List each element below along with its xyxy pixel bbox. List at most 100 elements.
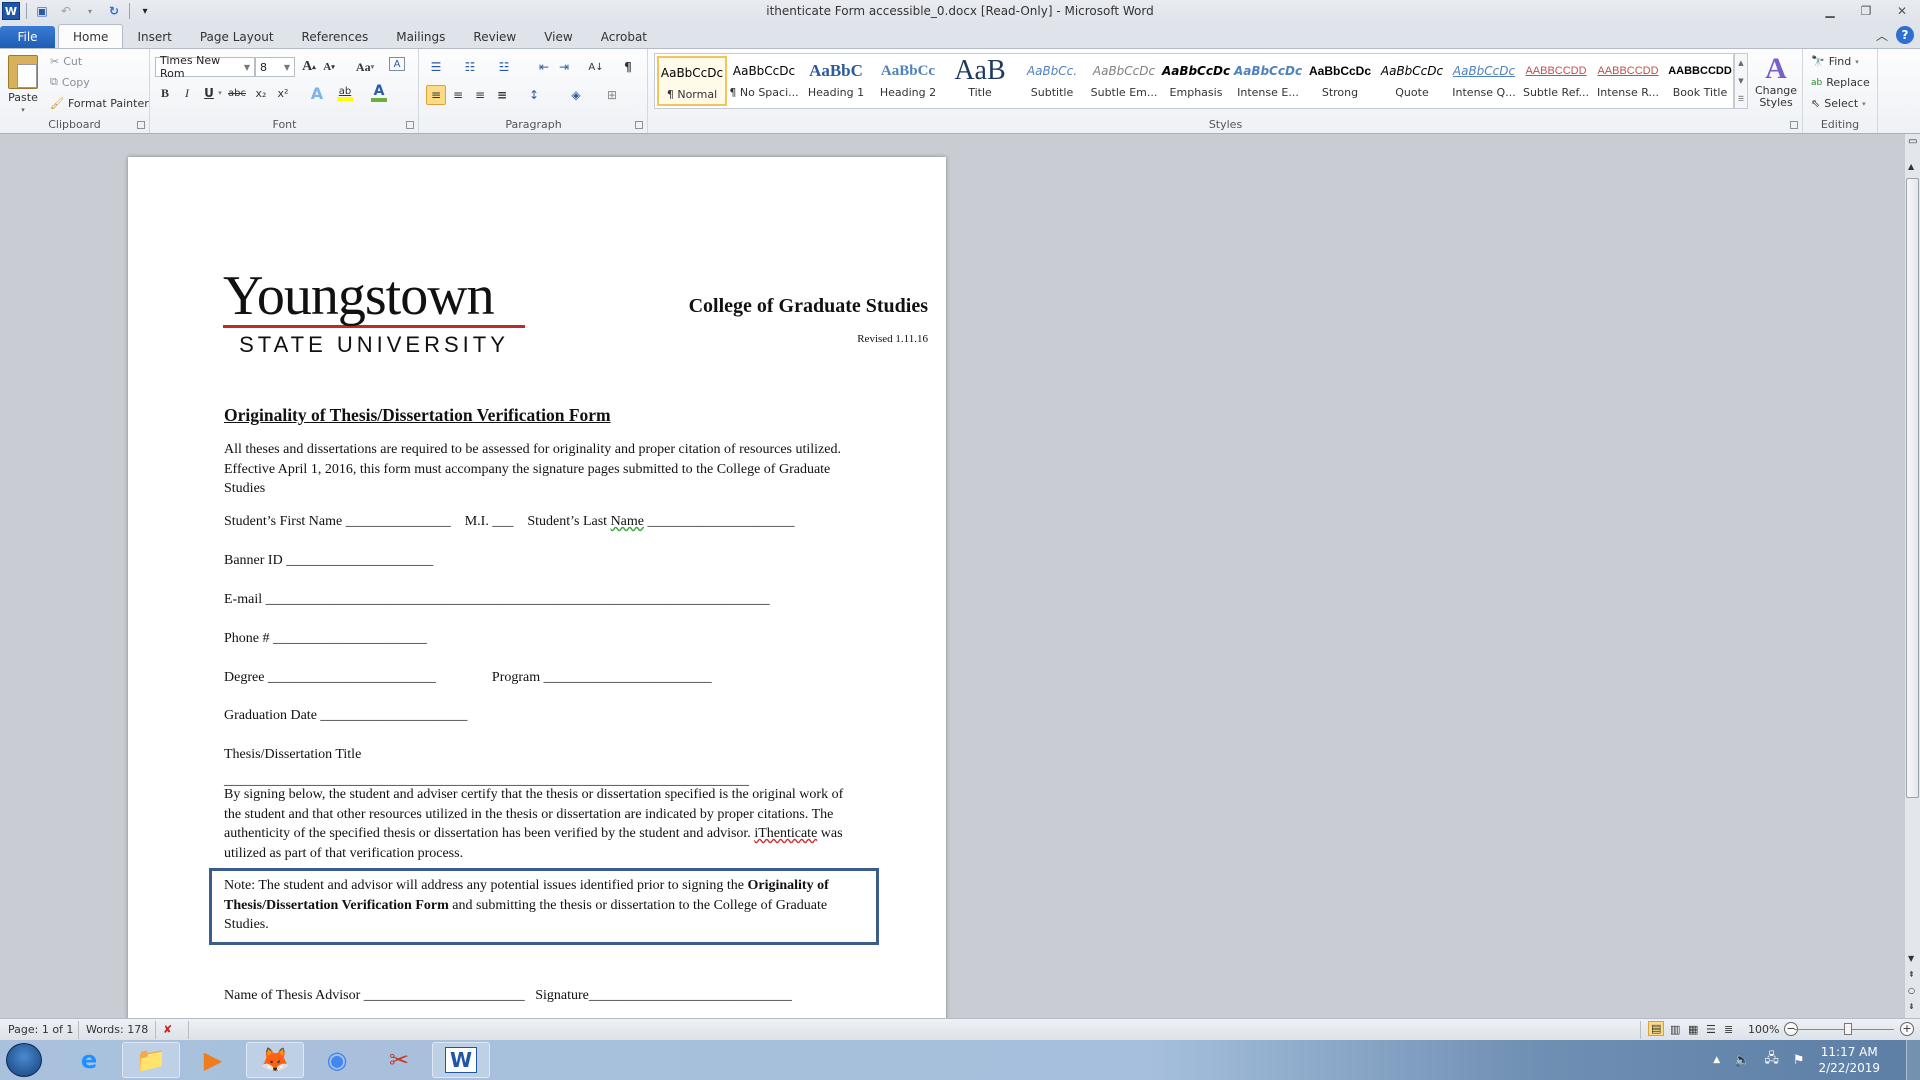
page-count[interactable]: Page: 1 of 1	[8, 1023, 73, 1036]
find-button[interactable]: 🔭 Find ▾	[1811, 55, 1859, 68]
styles-dialog-launcher[interactable]	[1790, 121, 1798, 129]
show-desktop-button[interactable]	[1906, 1040, 1920, 1080]
previous-page-icon[interactable]: ⇞	[1908, 970, 1915, 979]
style-strong[interactable]: AaBbCcDc Strong	[1305, 56, 1375, 106]
tab-review[interactable]: Review	[459, 26, 530, 48]
align-left-icon[interactable]: ≡	[426, 85, 446, 105]
tab-file[interactable]: File	[0, 26, 55, 48]
taskbar-snipping-tool[interactable]: ✂	[370, 1042, 428, 1078]
taskbar-chrome[interactable]: ◉	[308, 1042, 366, 1078]
bold-icon[interactable]: B	[155, 83, 175, 103]
style-intense-e[interactable]: AaBbCcDc Intense E...	[1233, 56, 1303, 106]
font-color-icon[interactable]: A	[369, 83, 389, 103]
paste-button[interactable]: Paste ▾	[8, 55, 38, 114]
numbering-icon[interactable]: ☷	[460, 57, 480, 77]
show-formatting-marks-icon[interactable]: ¶	[618, 57, 638, 77]
tab-view[interactable]: View	[530, 26, 586, 48]
align-right-icon[interactable]: ≡	[470, 85, 490, 105]
center-icon[interactable]: ≡	[448, 85, 468, 105]
font-name-select[interactable]: Times New Rom ▼	[155, 54, 255, 80]
decrease-indent-icon[interactable]: ⇤	[534, 57, 554, 77]
tab-mailings[interactable]: Mailings	[382, 26, 459, 48]
text-effects-icon[interactable]: A	[307, 83, 327, 103]
taskbar-media-player[interactable]: ▶	[184, 1042, 242, 1078]
grow-font-icon[interactable]: A ▴	[299, 57, 319, 77]
change-styles-button[interactable]: A Change Styles	[1752, 53, 1800, 109]
increase-indent-icon[interactable]: ⇥	[554, 57, 574, 77]
style-normal[interactable]: AaBbCcDc ¶ Normal	[657, 56, 727, 106]
show-hidden-icons-icon[interactable]: ▲	[1713, 1055, 1720, 1065]
action-center-flag-icon[interactable]: ⚑	[1793, 1053, 1805, 1068]
outline-icon[interactable]: ☰	[1706, 1023, 1716, 1036]
shading-icon[interactable]: ◈	[566, 85, 586, 105]
tab-page-layout[interactable]: Page Layout	[186, 26, 288, 48]
paragraph-dialog-launcher[interactable]	[635, 121, 643, 129]
draft-icon[interactable]: ≣	[1724, 1023, 1733, 1036]
style-heading-2[interactable]: AaBbCc Heading 2	[873, 56, 943, 106]
superscript-icon[interactable]: x²	[273, 83, 293, 103]
italic-icon[interactable]: I	[177, 83, 197, 103]
gallery-down-icon[interactable]: ▼	[1738, 77, 1743, 85]
sort-icon[interactable]: A↓	[586, 57, 606, 77]
vertical-scrollbar[interactable]: ▭ ▲ ▼ ⇞ ○ ⇟	[1904, 134, 1920, 1018]
volume-icon[interactable]: 🔈	[1734, 1053, 1750, 1068]
multilevel-list-icon[interactable]: ☳	[494, 57, 514, 77]
scroll-up-icon[interactable]: ▲	[1908, 162, 1914, 171]
ruler-toggle-icon[interactable]: ▭	[1908, 136, 1917, 147]
style-no-spaci[interactable]: AaBbCcDc ¶ No Spaci...	[729, 56, 799, 106]
gallery-up-icon[interactable]: ▲	[1738, 59, 1743, 67]
replace-button[interactable]: ab Replace	[1811, 76, 1870, 89]
underline-dropdown-icon[interactable]: ▾	[215, 83, 225, 103]
style-book-title[interactable]: AABBCCDD Book Title	[1665, 56, 1735, 106]
taskbar-microsoft-word[interactable]: W	[432, 1042, 490, 1078]
style-title[interactable]: AaB Title	[945, 56, 1015, 106]
style-intense-q[interactable]: AaBbCcDc Intense Q...	[1449, 56, 1519, 106]
taskbar-internet-explorer[interactable]: e	[60, 1042, 118, 1078]
zoom-slider-thumb[interactable]	[1844, 1023, 1852, 1035]
scroll-down-icon[interactable]: ▼	[1908, 954, 1914, 963]
scrollbar-thumb[interactable]	[1906, 178, 1919, 798]
change-case-icon[interactable]: Aa ▾	[351, 57, 379, 77]
close-icon[interactable]: ✕	[1884, 0, 1920, 22]
font-size-select[interactable]: 8 ▼	[255, 57, 295, 77]
next-page-icon[interactable]: ⇟	[1908, 1002, 1915, 1011]
select-button[interactable]: ⇖ Select ▾	[1811, 97, 1866, 110]
restore-icon[interactable]: ❐	[1848, 0, 1884, 22]
tab-references[interactable]: References	[288, 26, 383, 48]
network-icon[interactable]: 🖧	[1764, 1049, 1779, 1071]
proofing-error-icon[interactable]: ✘	[163, 1023, 172, 1036]
copy-button[interactable]: ⧉ Copy	[50, 75, 90, 89]
clear-formatting-icon[interactable]: A	[389, 57, 405, 71]
full-screen-reading-icon[interactable]: ▥	[1670, 1023, 1680, 1036]
style-subtle-em[interactable]: AaBbCcDc Subtle Em...	[1089, 56, 1159, 106]
style-heading-1[interactable]: AaBbC Heading 1	[801, 56, 871, 106]
tab-acrobat[interactable]: Acrobat	[587, 26, 661, 48]
zoom-level[interactable]: 100%	[1748, 1023, 1779, 1036]
styles-gallery-scroll[interactable]: ▲ ▼ ☰	[1734, 53, 1748, 109]
clipboard-dialog-launcher[interactable]	[137, 121, 145, 129]
shrink-font-icon[interactable]: A ▾	[319, 57, 339, 77]
document-page[interactable]: Youngstown STATE UNIVERSITY College of G…	[128, 157, 946, 1018]
line-spacing-icon[interactable]: ↕	[524, 85, 544, 105]
zoom-in-button[interactable]: +	[1900, 1022, 1914, 1036]
help-icon[interactable]: ?	[1896, 26, 1914, 44]
subscript-icon[interactable]: x₂	[251, 83, 271, 103]
minimize-icon[interactable]: ▁	[1812, 0, 1848, 22]
taskbar-firefox[interactable]: 🦊	[246, 1042, 304, 1078]
gallery-more-icon[interactable]: ☰	[1738, 95, 1744, 103]
font-dialog-launcher[interactable]	[406, 121, 414, 129]
style-emphasis[interactable]: AaBbCcDc Emphasis	[1161, 56, 1231, 106]
word-count[interactable]: Words: 178	[86, 1023, 148, 1036]
start-button[interactable]	[6, 1043, 42, 1077]
style-subtle-ref[interactable]: AABBCCDD Subtle Ref...	[1521, 56, 1591, 106]
format-painter-button[interactable]: 🖌 Format Painter	[50, 97, 149, 110]
tab-insert[interactable]: Insert	[123, 26, 185, 48]
cut-button[interactable]: ✂ Cut	[50, 55, 82, 68]
style-subtitle[interactable]: AaBbCc. Subtitle	[1017, 56, 1087, 106]
bullets-icon[interactable]: ☰	[426, 57, 446, 77]
style-intense-r[interactable]: AABBCCDD Intense R...	[1593, 56, 1663, 106]
style-quote[interactable]: AaBbCcDc Quote	[1377, 56, 1447, 106]
justify-icon[interactable]: ≡	[492, 85, 512, 105]
clock[interactable]: 11:17 AM 2/22/2019	[1818, 1044, 1880, 1076]
paste-dropdown-icon[interactable]: ▾	[21, 106, 25, 114]
